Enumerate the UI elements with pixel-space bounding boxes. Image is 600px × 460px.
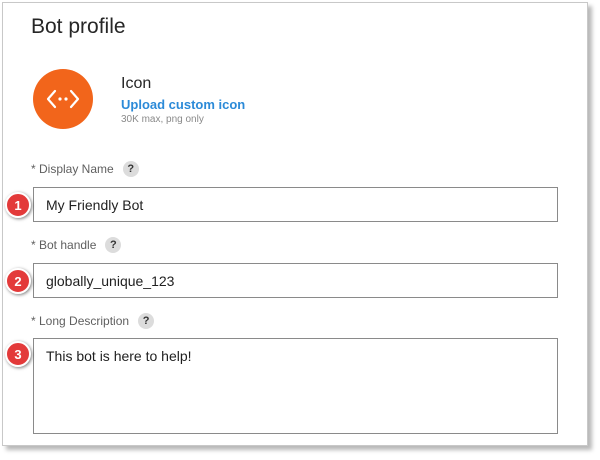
callout-marker-3: 3 [5, 341, 31, 367]
code-brackets-icon [46, 89, 80, 109]
bot-handle-input[interactable] [33, 263, 558, 298]
display-name-help-icon[interactable]: ? [122, 161, 139, 177]
long-description-help-icon[interactable]: ? [138, 313, 155, 329]
display-name-label: * Display Name ? [31, 161, 139, 177]
display-name-input[interactable] [33, 187, 558, 222]
callout-marker-1: 1 [5, 192, 31, 218]
long-description-textarea[interactable]: This bot is here to help! [33, 338, 558, 434]
bot-handle-help-icon[interactable]: ? [105, 237, 122, 253]
bot-profile-card: Bot profile Icon Upload custom icon 30K … [2, 2, 588, 446]
icon-section-label: Icon [121, 75, 152, 92]
screenshot-stage: Bot profile Icon Upload custom icon 30K … [0, 0, 600, 460]
long-description-label-text: * Long Description [31, 314, 130, 328]
bot-handle-label: * Bot handle ? [31, 237, 122, 253]
upload-hint: 30K max, png only [121, 114, 204, 125]
long-description-label: * Long Description ? [31, 313, 155, 329]
display-name-label-text: * Display Name [31, 162, 114, 176]
bot-handle-label-text: * Bot handle [31, 238, 97, 252]
page-title: Bot profile [31, 15, 126, 38]
callout-marker-2: 2 [5, 268, 31, 294]
upload-custom-icon-link[interactable]: Upload custom icon [121, 97, 245, 112]
bot-avatar-icon[interactable] [33, 69, 93, 129]
